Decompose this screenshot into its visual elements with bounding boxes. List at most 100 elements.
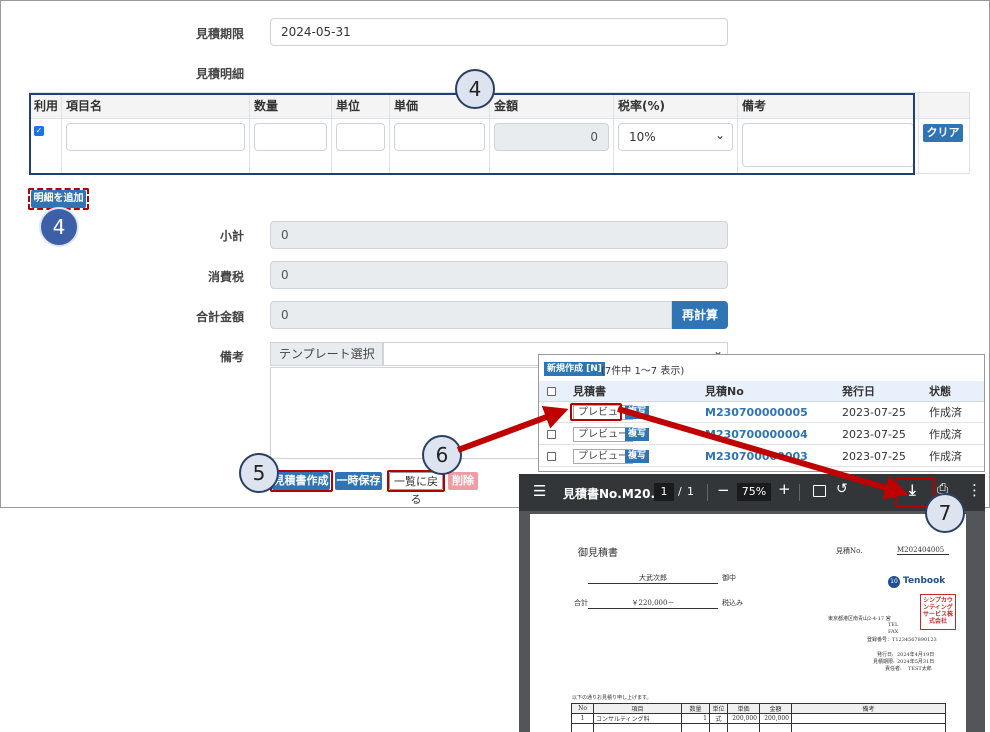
rotate-icon[interactable]: ↺	[836, 481, 848, 497]
doc-td-item: コンサルティング料	[593, 713, 682, 724]
subtotal-field: 0	[270, 221, 728, 249]
list-col-estimate: 見積書	[573, 385, 606, 398]
pdf-title: 見積書No.M20...	[563, 487, 665, 501]
doc-th-remarks: 備考	[791, 703, 946, 714]
status: 作成済	[929, 450, 962, 463]
doc-th-no: No	[571, 703, 594, 714]
issue-date: 2023-07-25	[842, 450, 906, 463]
estimate-no-link[interactable]: M230700000005	[705, 402, 808, 423]
create-highlight	[270, 470, 333, 492]
doc-address: 東京都港区南青山2-4-17 宮	[828, 616, 891, 622]
pdf-viewer: ☰ 見積書No.M20... 1 / 1 − 75% + ↺ ⤓ ⎙ ⋮ 御見積…	[519, 474, 985, 732]
zoom-level-input[interactable]: 75%	[737, 483, 771, 501]
zoom-in-icon[interactable]: +	[778, 480, 791, 498]
more-options-icon[interactable]: ⋮	[967, 481, 982, 499]
estimate-list-panel: 新規作成 [N] (7件中 1〜7 表示) 見積書 見積No 発行日 状態 プレ…	[538, 354, 985, 472]
doc-heading: 御見積書	[578, 548, 618, 559]
estimate-no-link[interactable]: M230700000004	[705, 424, 808, 445]
preview-button[interactable]: プレビュー	[573, 449, 633, 464]
doc-tel: TEL	[888, 622, 899, 628]
total-label: 合計金額	[195, 310, 244, 324]
doc-number-value: M202404005	[897, 546, 949, 555]
status: 作成済	[929, 406, 962, 419]
doc-th-qty: 数量	[681, 703, 710, 714]
new-estimate-button[interactable]: 新規作成 [N]	[544, 362, 605, 376]
list-count: (7件中 1〜7 表示)	[601, 366, 685, 377]
copy-button[interactable]: 複写	[625, 406, 650, 419]
callout-4-top: 4	[455, 69, 495, 109]
page-current-input[interactable]: 1	[654, 483, 674, 501]
doc-issue-date-label: 発行日:	[877, 652, 894, 658]
row-checkbox[interactable]	[547, 430, 556, 439]
subtotal-label: 小計	[219, 229, 244, 243]
total-field: 0	[270, 301, 672, 329]
preview-button[interactable]: プレビュー	[573, 427, 633, 442]
deadline-label: 見積期限	[195, 27, 244, 41]
doc-deadline: 2024年5月31日	[897, 659, 935, 665]
doc-total-label: 合計	[574, 599, 588, 607]
zoom-out-icon[interactable]: −	[717, 481, 730, 499]
doc-table-row	[571, 723, 946, 732]
tax-label: 消費税	[207, 270, 244, 284]
doc-issue-date: 2024年4月19日	[897, 652, 935, 658]
delete-button[interactable]: 削除	[448, 472, 478, 490]
doc-total-value: ￥220,000－	[588, 598, 718, 609]
page-total: 1	[687, 485, 694, 498]
list-col-no: 見積No	[705, 385, 744, 398]
copy-button[interactable]: 複写	[625, 428, 650, 441]
brand-name: Tenbook	[903, 576, 946, 586]
select-all-checkbox[interactable]	[547, 387, 556, 396]
page-separator: /	[678, 485, 682, 498]
status: 作成済	[929, 428, 962, 441]
doc-td-price: 200,000	[727, 713, 760, 724]
callout-5: 5	[239, 453, 279, 493]
deadline-input[interactable]: 2024-05-31	[270, 18, 728, 46]
doc-table-row: 1 コンサルティング料 1 式 200,000 200,000	[571, 713, 946, 724]
remarks-label: 備考	[219, 350, 244, 364]
menu-icon[interactable]: ☰	[533, 482, 546, 500]
doc-td-unit: 式	[709, 713, 728, 724]
doc-honorific: 御中	[722, 574, 736, 582]
row-checkbox[interactable]	[547, 408, 556, 417]
doc-items-table: No 項目 数量 単位 単価 金額 備考 1 コンサルティング料 1 式 200…	[571, 703, 946, 732]
list-row[interactable]: プレビュー 複写 M230700000003 2023-07-25 作成済	[539, 446, 984, 467]
doc-td-no: 1	[571, 713, 594, 724]
fit-page-icon[interactable]	[813, 485, 826, 497]
doc-person-label: 責任者:	[885, 666, 902, 672]
company-seal: シンプカウンティングサービス株式会社	[920, 594, 956, 630]
pdf-page: 御見積書 見積No. M202404005 大武次郎 御中 合計 ￥220,00…	[530, 514, 966, 732]
list-row[interactable]: プレビュー 複写 M230700000004 2023-07-25 作成済	[539, 424, 984, 445]
tenbook-logo-icon: 10	[888, 576, 900, 588]
doc-td-remarks	[791, 713, 946, 724]
doc-fax: FAX	[888, 629, 899, 635]
doc-intro: 以下の通りお見積り申し上げます。	[572, 695, 652, 701]
callout-7: 7	[925, 493, 965, 533]
company-seal-text: シンプカウンティングサービス株式会社	[922, 597, 953, 625]
issue-date: 2023-07-25	[842, 406, 906, 419]
doc-th-price: 単価	[727, 703, 760, 714]
doc-customer: 大武次郎	[588, 573, 718, 584]
toolbar-divider	[707, 484, 708, 501]
callout-4-bottom: 4	[39, 207, 79, 247]
details-label: 見積明細	[195, 67, 244, 81]
doc-th-unit: 単位	[709, 703, 728, 714]
doc-th-amount: 金額	[759, 703, 792, 714]
list-col-date: 発行日	[842, 385, 875, 398]
copy-button[interactable]: 複写	[625, 450, 650, 463]
doc-reg-no: 登録番号：T1234567890123	[867, 637, 937, 643]
row-checkbox[interactable]	[547, 452, 556, 461]
doc-td-amount: 200,000	[759, 713, 792, 724]
recalc-button[interactable]: 再計算	[672, 301, 728, 329]
clear-button[interactable]: クリア	[923, 124, 963, 142]
callout-6: 6	[422, 435, 462, 475]
estimate-no-link[interactable]: M230700000003	[705, 446, 808, 467]
doc-number-label: 見積No.	[836, 547, 863, 555]
list-col-status: 状態	[929, 385, 951, 398]
temp-save-button[interactable]: 一時保存	[335, 472, 382, 490]
issue-date: 2023-07-25	[842, 428, 906, 441]
list-header: 見積書 見積No 発行日 状態	[539, 381, 984, 402]
template-label: テンプレート選択	[270, 342, 383, 366]
tax-field: 0	[270, 261, 728, 289]
preview-highlight	[570, 403, 622, 421]
doc-tax-note: 税込み	[722, 599, 743, 607]
